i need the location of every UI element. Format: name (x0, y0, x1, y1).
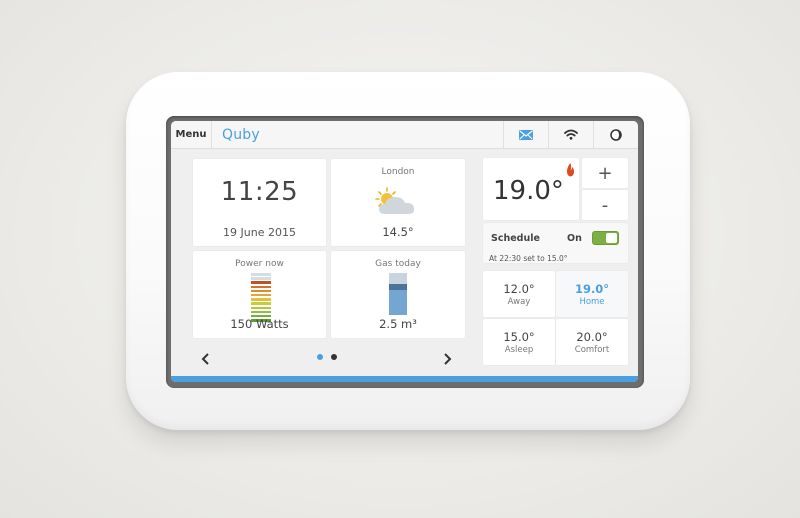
setpoint-tile: 19.0° (483, 158, 579, 220)
chevron-left-icon (201, 353, 209, 365)
gas-label: Gas today (375, 259, 421, 269)
flame-icon (567, 163, 574, 177)
clock-time: 11:25 (220, 177, 299, 207)
decrease-temperature-button[interactable]: - (582, 190, 628, 220)
brand-logo: Quby (222, 126, 260, 143)
schedule-next-change: At 22:30 set to 15.0° (489, 254, 568, 263)
display-mode-button[interactable] (593, 121, 638, 148)
power-value: 150 Watts (230, 317, 289, 331)
preset-asleep-button[interactable]: 15.0° Asleep (483, 319, 555, 365)
schedule-toggle[interactable] (592, 231, 619, 245)
touch-screen: Menu Quby 11:25 19 June 2015 London 14.5… (171, 121, 638, 382)
gas-usage-meter (389, 273, 407, 315)
page-indicator-dot[interactable] (317, 354, 323, 360)
gas-value: 2.5 m³ (379, 317, 417, 331)
power-level-bar (251, 310, 271, 314)
power-level-bar (251, 306, 271, 309)
toggle-knob (606, 233, 617, 243)
power-level-bar (251, 281, 271, 284)
page-indicator-dot[interactable] (331, 354, 337, 360)
clock-tile[interactable]: 11:25 19 June 2015 (193, 159, 326, 246)
messages-button[interactable] (503, 121, 548, 148)
power-level-bar (251, 302, 271, 305)
power-level-bar (251, 285, 271, 289)
power-level-bar (251, 277, 271, 280)
preset-away-button[interactable]: 12.0° Away (483, 271, 555, 317)
increase-temperature-button[interactable]: + (582, 158, 628, 188)
power-label: Power now (235, 259, 284, 269)
gas-usage-fill (389, 289, 407, 315)
preset-name: Home (579, 297, 605, 307)
preset-home-button[interactable]: 19.0° Home (556, 271, 628, 317)
preset-name: Away (507, 297, 531, 307)
schedule-panel: Schedule On At 22:30 set to 15.0° (483, 223, 628, 263)
power-level-bar (251, 273, 271, 276)
power-level-meter (251, 273, 271, 323)
power-level-bar (251, 293, 271, 297)
wifi-icon (564, 129, 578, 140)
preset-temperature: 12.0° (503, 282, 535, 296)
schedule-state: On (567, 233, 582, 244)
next-page-button[interactable] (442, 349, 452, 370)
schedule-label: Schedule (491, 233, 540, 244)
partly-cloudy-icon (375, 187, 415, 214)
preset-temperature: 20.0° (576, 330, 608, 344)
preset-name: Asleep (504, 345, 534, 355)
top-bar: Menu Quby (171, 121, 638, 149)
preset-temperature: 15.0° (503, 330, 535, 344)
menu-button[interactable]: Menu (171, 121, 212, 148)
setpoint-temperature: 19.0° (493, 176, 564, 206)
preset-name: Comfort (574, 345, 610, 355)
preset-comfort-button[interactable]: 20.0° Comfort (556, 319, 628, 365)
chevron-right-icon (444, 353, 452, 365)
power-level-bar (251, 298, 271, 301)
wifi-status-button[interactable] (548, 121, 593, 148)
gas-usage-marker (389, 283, 407, 290)
gas-tile[interactable]: Gas today 2.5 m³ (331, 251, 465, 338)
power-tile[interactable]: Power now 150 Watts (193, 251, 326, 338)
weather-temperature: 14.5° (382, 225, 414, 239)
weather-tile[interactable]: London 14.5° (331, 159, 465, 246)
previous-page-button[interactable] (201, 349, 211, 370)
mail-icon (519, 129, 533, 140)
weather-location: London (381, 167, 415, 177)
preset-temperature: 19.0° (574, 282, 610, 296)
clock-date: 19 June 2015 (223, 226, 296, 239)
power-level-bar (251, 289, 271, 293)
display-mode-icon (610, 128, 622, 141)
bottom-accent-bar (171, 376, 638, 382)
